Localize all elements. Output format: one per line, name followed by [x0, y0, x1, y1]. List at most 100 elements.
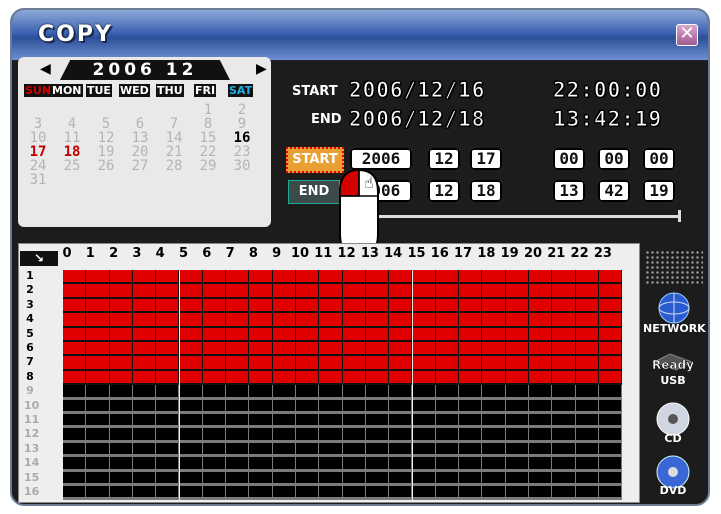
hour-cell[interactable]	[319, 385, 343, 400]
start-second-field[interactable]: 00	[643, 148, 675, 170]
hour-cell[interactable]	[272, 399, 296, 414]
hour-cell[interactable]	[482, 442, 506, 458]
hour-cell[interactable]	[365, 327, 390, 342]
network-button[interactable]: NETWORK	[643, 322, 706, 335]
hour-cell[interactable]	[435, 298, 460, 314]
hour-cell[interactable]	[109, 327, 133, 342]
hour-cell[interactable]	[249, 428, 273, 443]
hour-cell[interactable]	[529, 356, 553, 371]
hour-cell[interactable]	[365, 414, 390, 429]
hour-cell[interactable]	[109, 356, 133, 371]
hour-cell[interactable]	[296, 270, 320, 285]
hour-cell[interactable]	[296, 442, 320, 458]
hour-cell[interactable]	[435, 356, 460, 371]
hour-cell[interactable]	[412, 356, 436, 371]
hour-cell[interactable]	[132, 385, 157, 400]
hour-cell[interactable]	[63, 342, 87, 357]
end-second-field[interactable]: 19	[643, 180, 675, 202]
hour-cell[interactable]	[389, 385, 413, 400]
hour-cell[interactable]	[412, 298, 436, 314]
prev-month-icon[interactable]: ◀	[40, 61, 51, 77]
hour-cell[interactable]	[272, 284, 296, 299]
hour-cell[interactable]	[435, 457, 460, 472]
hour-cell[interactable]	[529, 313, 553, 328]
hour-cell[interactable]	[179, 270, 203, 285]
hour-cell[interactable]	[319, 356, 343, 371]
hour-cell[interactable]	[365, 457, 390, 472]
hour-cell[interactable]	[109, 414, 133, 429]
hour-cell[interactable]	[179, 486, 203, 501]
hour-cell[interactable]	[412, 385, 436, 400]
hour-cell[interactable]	[505, 356, 529, 371]
hour-cell[interactable]	[179, 442, 203, 458]
calendar-day[interactable]: 26	[91, 158, 121, 174]
hour-cell[interactable]	[319, 414, 343, 429]
hour-cell[interactable]	[179, 428, 203, 443]
hour-cell[interactable]	[342, 385, 366, 400]
hour-cell[interactable]	[109, 457, 133, 472]
hour-cell[interactable]	[598, 399, 623, 414]
hour-cell[interactable]	[435, 327, 460, 342]
hour-cell[interactable]	[86, 442, 110, 458]
hour-cell[interactable]	[412, 442, 436, 458]
hour-cell[interactable]	[552, 385, 576, 400]
hour-cell[interactable]	[319, 471, 343, 486]
hour-cell[interactable]	[272, 486, 296, 501]
hour-cell[interactable]	[435, 342, 460, 357]
hour-cell[interactable]	[156, 414, 180, 429]
hour-cell[interactable]	[575, 327, 599, 342]
hour-cell[interactable]	[202, 298, 227, 314]
hour-cell[interactable]	[226, 342, 250, 357]
hour-cell[interactable]	[202, 486, 227, 501]
hour-cell[interactable]	[202, 428, 227, 443]
hour-cell[interactable]	[459, 442, 483, 458]
hour-cell[interactable]	[482, 284, 506, 299]
hour-cell[interactable]	[552, 471, 576, 486]
hour-cell[interactable]	[296, 298, 320, 314]
hour-cell[interactable]	[342, 327, 366, 342]
hour-cell[interactable]	[365, 428, 390, 443]
end-minute-field[interactable]: 42	[598, 180, 630, 202]
hour-cell[interactable]	[389, 428, 413, 443]
hour-cell[interactable]	[505, 428, 529, 443]
hour-cell[interactable]	[342, 298, 366, 314]
hour-cell[interactable]	[63, 442, 87, 458]
hour-cell[interactable]	[226, 428, 250, 443]
hour-cell[interactable]	[435, 442, 460, 458]
hour-cell[interactable]	[249, 284, 273, 299]
hour-cell[interactable]	[249, 356, 273, 371]
hour-cell[interactable]	[365, 356, 390, 371]
hour-cell[interactable]	[86, 399, 110, 414]
hour-cell[interactable]	[132, 298, 157, 314]
hour-cell[interactable]	[342, 342, 366, 357]
hour-cell[interactable]	[505, 342, 529, 357]
hour-cell[interactable]	[365, 486, 390, 501]
hour-cell[interactable]	[575, 298, 599, 314]
hour-cell[interactable]	[598, 471, 623, 486]
hour-cell[interactable]	[132, 327, 157, 342]
hour-cell[interactable]	[202, 442, 227, 458]
hour-cell[interactable]	[342, 399, 366, 414]
hour-cell[interactable]	[575, 342, 599, 357]
hour-cell[interactable]	[296, 342, 320, 357]
hour-cell[interactable]	[389, 298, 413, 314]
start-month-field[interactable]: 12	[428, 148, 460, 170]
hour-cell[interactable]	[156, 342, 180, 357]
hour-cell[interactable]	[296, 457, 320, 472]
hour-cell[interactable]	[272, 356, 296, 371]
hour-cell[interactable]	[179, 342, 203, 357]
hour-cell[interactable]	[435, 370, 460, 386]
hour-cell[interactable]	[552, 486, 576, 501]
hour-cell[interactable]	[575, 370, 599, 386]
hour-cell[interactable]	[529, 414, 553, 429]
hour-cell[interactable]	[109, 313, 133, 328]
hour-cell[interactable]	[109, 342, 133, 357]
hour-cell[interactable]	[132, 457, 157, 472]
hour-cell[interactable]	[226, 270, 250, 285]
hour-cell[interactable]	[156, 471, 180, 486]
hour-cell[interactable]	[63, 471, 87, 486]
hour-cell[interactable]	[389, 342, 413, 357]
hour-cell[interactable]	[272, 428, 296, 443]
hour-cell[interactable]	[342, 370, 366, 386]
calendar-day[interactable]: 31	[23, 172, 53, 188]
